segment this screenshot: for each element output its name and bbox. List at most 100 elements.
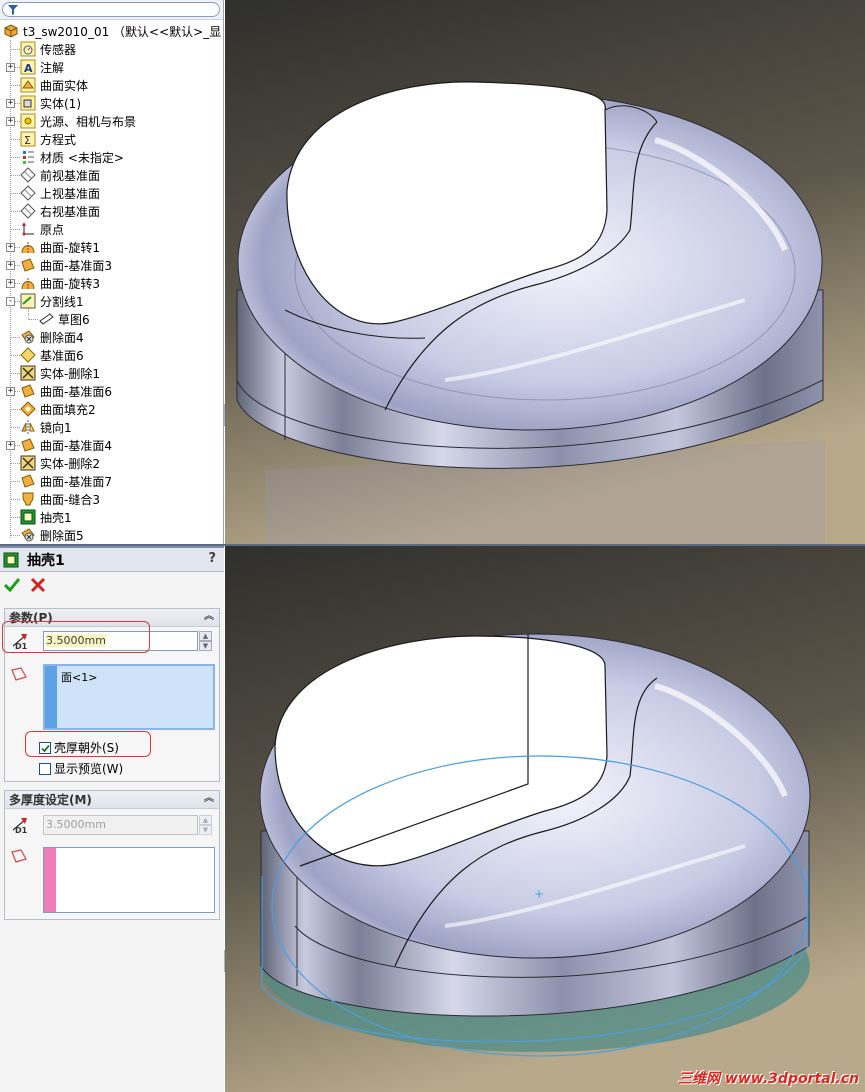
tree-item-label: 抽壳1 [40,510,72,525]
tree-item[interactable]: 实体(1) [20,94,81,112]
tree-item-label: 光源、相机与布景 [40,114,137,129]
multi-thickness-heading[interactable]: 多厚度设定(M) ︽ [5,791,219,809]
tree-item[interactable]: 草图6 [38,310,90,328]
tree-item-label: 材质 <未指定> [40,150,124,165]
property-manager: 抽壳1 ? 参数(P) ︽ D1 3.5000mm ▲ ▼ 面<1> 壳厚朝外(… [0,546,224,1092]
plane-icon [20,185,36,201]
tree-root-part[interactable]: t3_sw2010_01 （默认<<默认>_显 [3,22,221,40]
cancel-button[interactable] [30,577,46,596]
delete-face-icon [20,329,36,345]
plane-icon [20,203,36,219]
multi-thickness-spinner[interactable]: ▲ ▼ [199,815,212,835]
expand-icon[interactable]: + [6,279,15,288]
expand-icon[interactable]: + [6,243,15,252]
expand-icon[interactable]: + [6,117,15,126]
tree-item-label: 删除面4 [40,330,84,345]
tree-item[interactable]: 曲面-基准面4 [20,436,112,454]
tree-item[interactable]: 删除面5 [20,526,84,544]
tree-item-label: 镜向1 [40,420,72,435]
tree-item-label: 实体-删除1 [40,366,100,381]
tree-item[interactable]: 材质 <未指定> [20,148,124,166]
collapse-icon[interactable]: - [6,297,15,306]
tree-item-label: 上视基准面 [40,186,101,201]
multi-thickness-icon: D1 [11,816,31,837]
chevron-up-icon[interactable]: ︽ [203,611,215,623]
tree-item[interactable]: 光源、相机与布景 [20,112,136,130]
delete-body-icon [20,365,36,381]
filter-icon[interactable] [8,5,18,15]
highlight-thickness [2,621,150,653]
expand-icon[interactable]: + [6,63,15,72]
planar-surface-icon [20,257,36,273]
tree-item[interactable]: 曲面-缝合3 [20,490,100,508]
split-line-icon [20,293,36,309]
reference-plane-icon [20,347,36,363]
plane-icon [20,167,36,183]
tree-item-label: 曲面-基准面7 [40,474,112,489]
fill-surface-icon [20,401,36,417]
tree-item[interactable]: Σ 方程式 [20,130,76,148]
ok-button[interactable] [3,577,21,596]
tree-item[interactable]: 实体-删除1 [20,364,100,382]
show-preview-label: 显示预览(W) [54,762,124,776]
tree-item[interactable]: 基准面6 [20,346,84,364]
knit-surface-icon [20,491,36,507]
tree-item[interactable]: 分割线1 [20,292,84,310]
checkmark-icon [3,578,21,593]
tree-item[interactable]: 镜向1 [20,418,72,436]
annotation-icon: A [20,59,36,75]
tree-item[interactable]: 实体-删除2 [20,454,100,472]
pm-action-buttons [0,572,224,602]
delete-body-icon [20,455,36,471]
tree-item-label: 曲面-基准面4 [40,438,112,453]
tree-item[interactable]: 上视基准面 [20,184,100,202]
tree-item-label: 传感器 [40,42,77,57]
show-preview-checkbox[interactable]: 显示预览(W) [39,760,123,777]
shell-model[interactable] [236,81,825,544]
face-list-item[interactable]: 面<1> [61,669,97,685]
thickness-spinner[interactable]: ▲ ▼ [199,631,212,651]
expand-icon[interactable]: + [6,387,15,396]
watermark: 三维网 www.3dportal.cn [678,1071,859,1087]
tree-item[interactable]: 删除面4 [20,328,84,346]
multi-thickness-heading-label: 多厚度设定(M) [9,793,92,807]
tree-item[interactable]: 曲面-基准面7 [20,472,112,490]
multi-thickness-faces-list[interactable] [43,847,215,913]
graphics-viewport-bottom[interactable]: + [225,546,865,1092]
shell-icon [3,552,19,568]
tree-item[interactable]: 曲面-基准面6 [20,382,112,400]
tree-item-label: 曲面-旋转3 [40,276,100,291]
tree-item[interactable]: A 注解 [20,58,64,76]
shell-preview-model[interactable]: + [259,633,811,1057]
tree-item-label: 右视基准面 [40,204,101,219]
tree-item[interactable]: 传感器 [20,40,76,58]
expand-icon[interactable]: + [6,441,15,450]
parameters-group: 参数(P) ︽ D1 3.5000mm ▲ ▼ 面<1> 壳厚朝外(S) 显示预览… [2,608,220,782]
tree-item[interactable]: 原点 [20,220,64,238]
tree-item[interactable]: 抽壳1 [20,508,72,526]
help-button[interactable]: ? [208,551,216,566]
sketch-icon [38,311,54,327]
multi-thickness-input[interactable]: 3.5000mm [43,815,198,835]
show-preview-check-box[interactable] [39,762,51,775]
chevron-up-icon[interactable]: ︽ [203,793,215,805]
planar-surface-icon [20,383,36,399]
equations-icon: Σ [20,131,36,147]
tree-item[interactable]: 曲面实体 [20,76,88,94]
mirror-icon [20,419,36,435]
expand-icon[interactable]: + [6,99,15,108]
tree-item[interactable]: 右视基准面 [20,202,100,220]
graphics-viewport-top[interactable] [225,0,865,544]
close-icon [30,577,46,593]
tree-item-label: 曲面-基准面3 [40,258,112,273]
tree-item[interactable]: 曲面-旋转1 [20,238,100,256]
tree-item[interactable]: 曲面填充2 [20,400,96,418]
tree-item[interactable]: 曲面-旋转3 [20,274,100,292]
faces-to-remove-list[interactable]: 面<1> [43,664,215,730]
tree-item[interactable]: 曲面-基准面3 [20,256,112,274]
tree-item-label: 方程式 [40,132,77,147]
expand-icon[interactable]: + [6,261,15,270]
tree-filter-bar [0,0,223,20]
tree-item[interactable]: 前视基准面 [20,166,100,184]
tree-filter-input[interactable] [2,2,220,17]
